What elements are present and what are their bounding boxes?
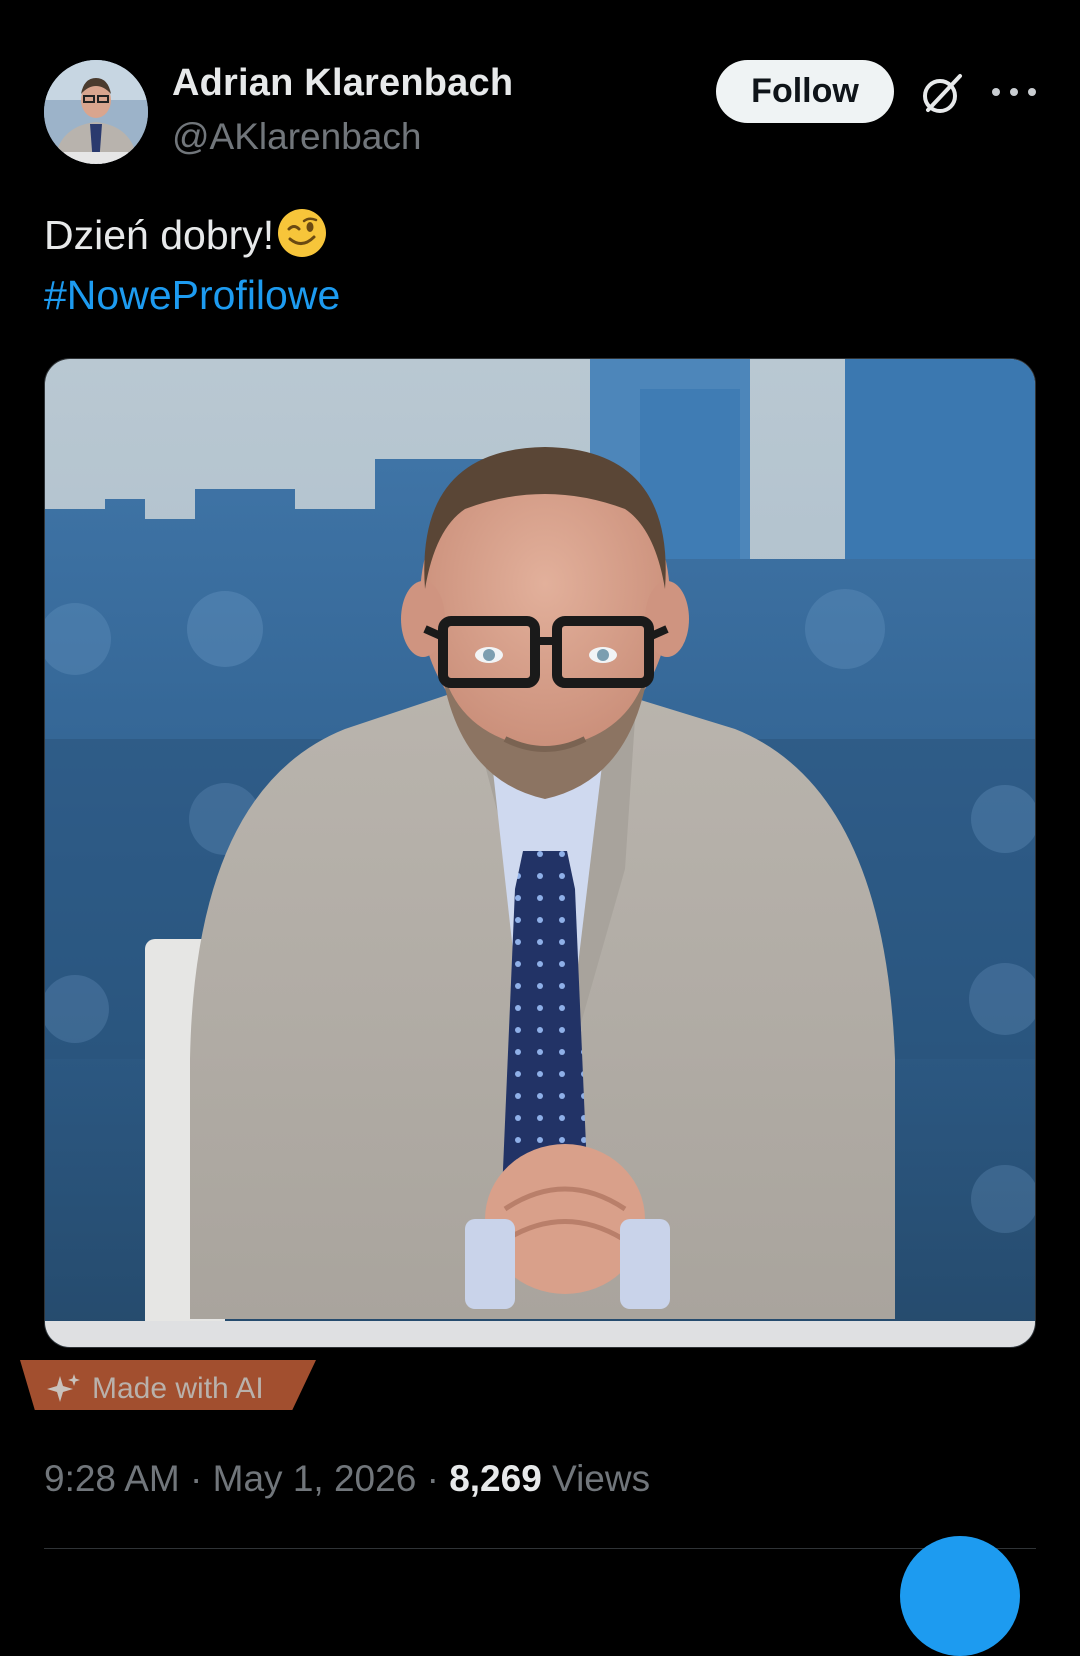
sparkle-icon xyxy=(46,1372,82,1408)
winking-face-emoji xyxy=(276,207,328,259)
tweet-media-image[interactable] xyxy=(44,358,1036,1348)
author-handle[interactable]: @AKlarenbach xyxy=(172,116,421,158)
meta-separator: · xyxy=(426,1458,439,1499)
views-label[interactable]: Views xyxy=(552,1458,650,1499)
meta-separator: · xyxy=(190,1458,203,1499)
compose-fab-button[interactable] xyxy=(900,1536,1020,1656)
tweet-date[interactable]: May 1, 2026 xyxy=(213,1458,417,1499)
follow-button[interactable]: Follow xyxy=(716,60,894,123)
ai-label-text: Made with AI xyxy=(92,1372,264,1405)
grok-icon[interactable] xyxy=(918,70,966,118)
tweet-text-content: Dzień dobry! xyxy=(44,212,275,258)
author-avatar[interactable] xyxy=(44,60,148,164)
divider xyxy=(44,1548,1036,1549)
author-display-name[interactable]: Adrian Klarenbach xyxy=(172,62,513,105)
tweet-meta: 9:28 AM · May 1, 2026 · 8,269 Views xyxy=(44,1458,650,1500)
more-icon[interactable] xyxy=(992,82,1036,102)
views-count[interactable]: 8,269 xyxy=(449,1458,542,1499)
tweet-time[interactable]: 9:28 AM xyxy=(44,1458,180,1499)
hashtag-link[interactable]: #NoweProfilowe xyxy=(44,266,340,324)
tweet-text: Dzień dobry! xyxy=(44,206,328,264)
